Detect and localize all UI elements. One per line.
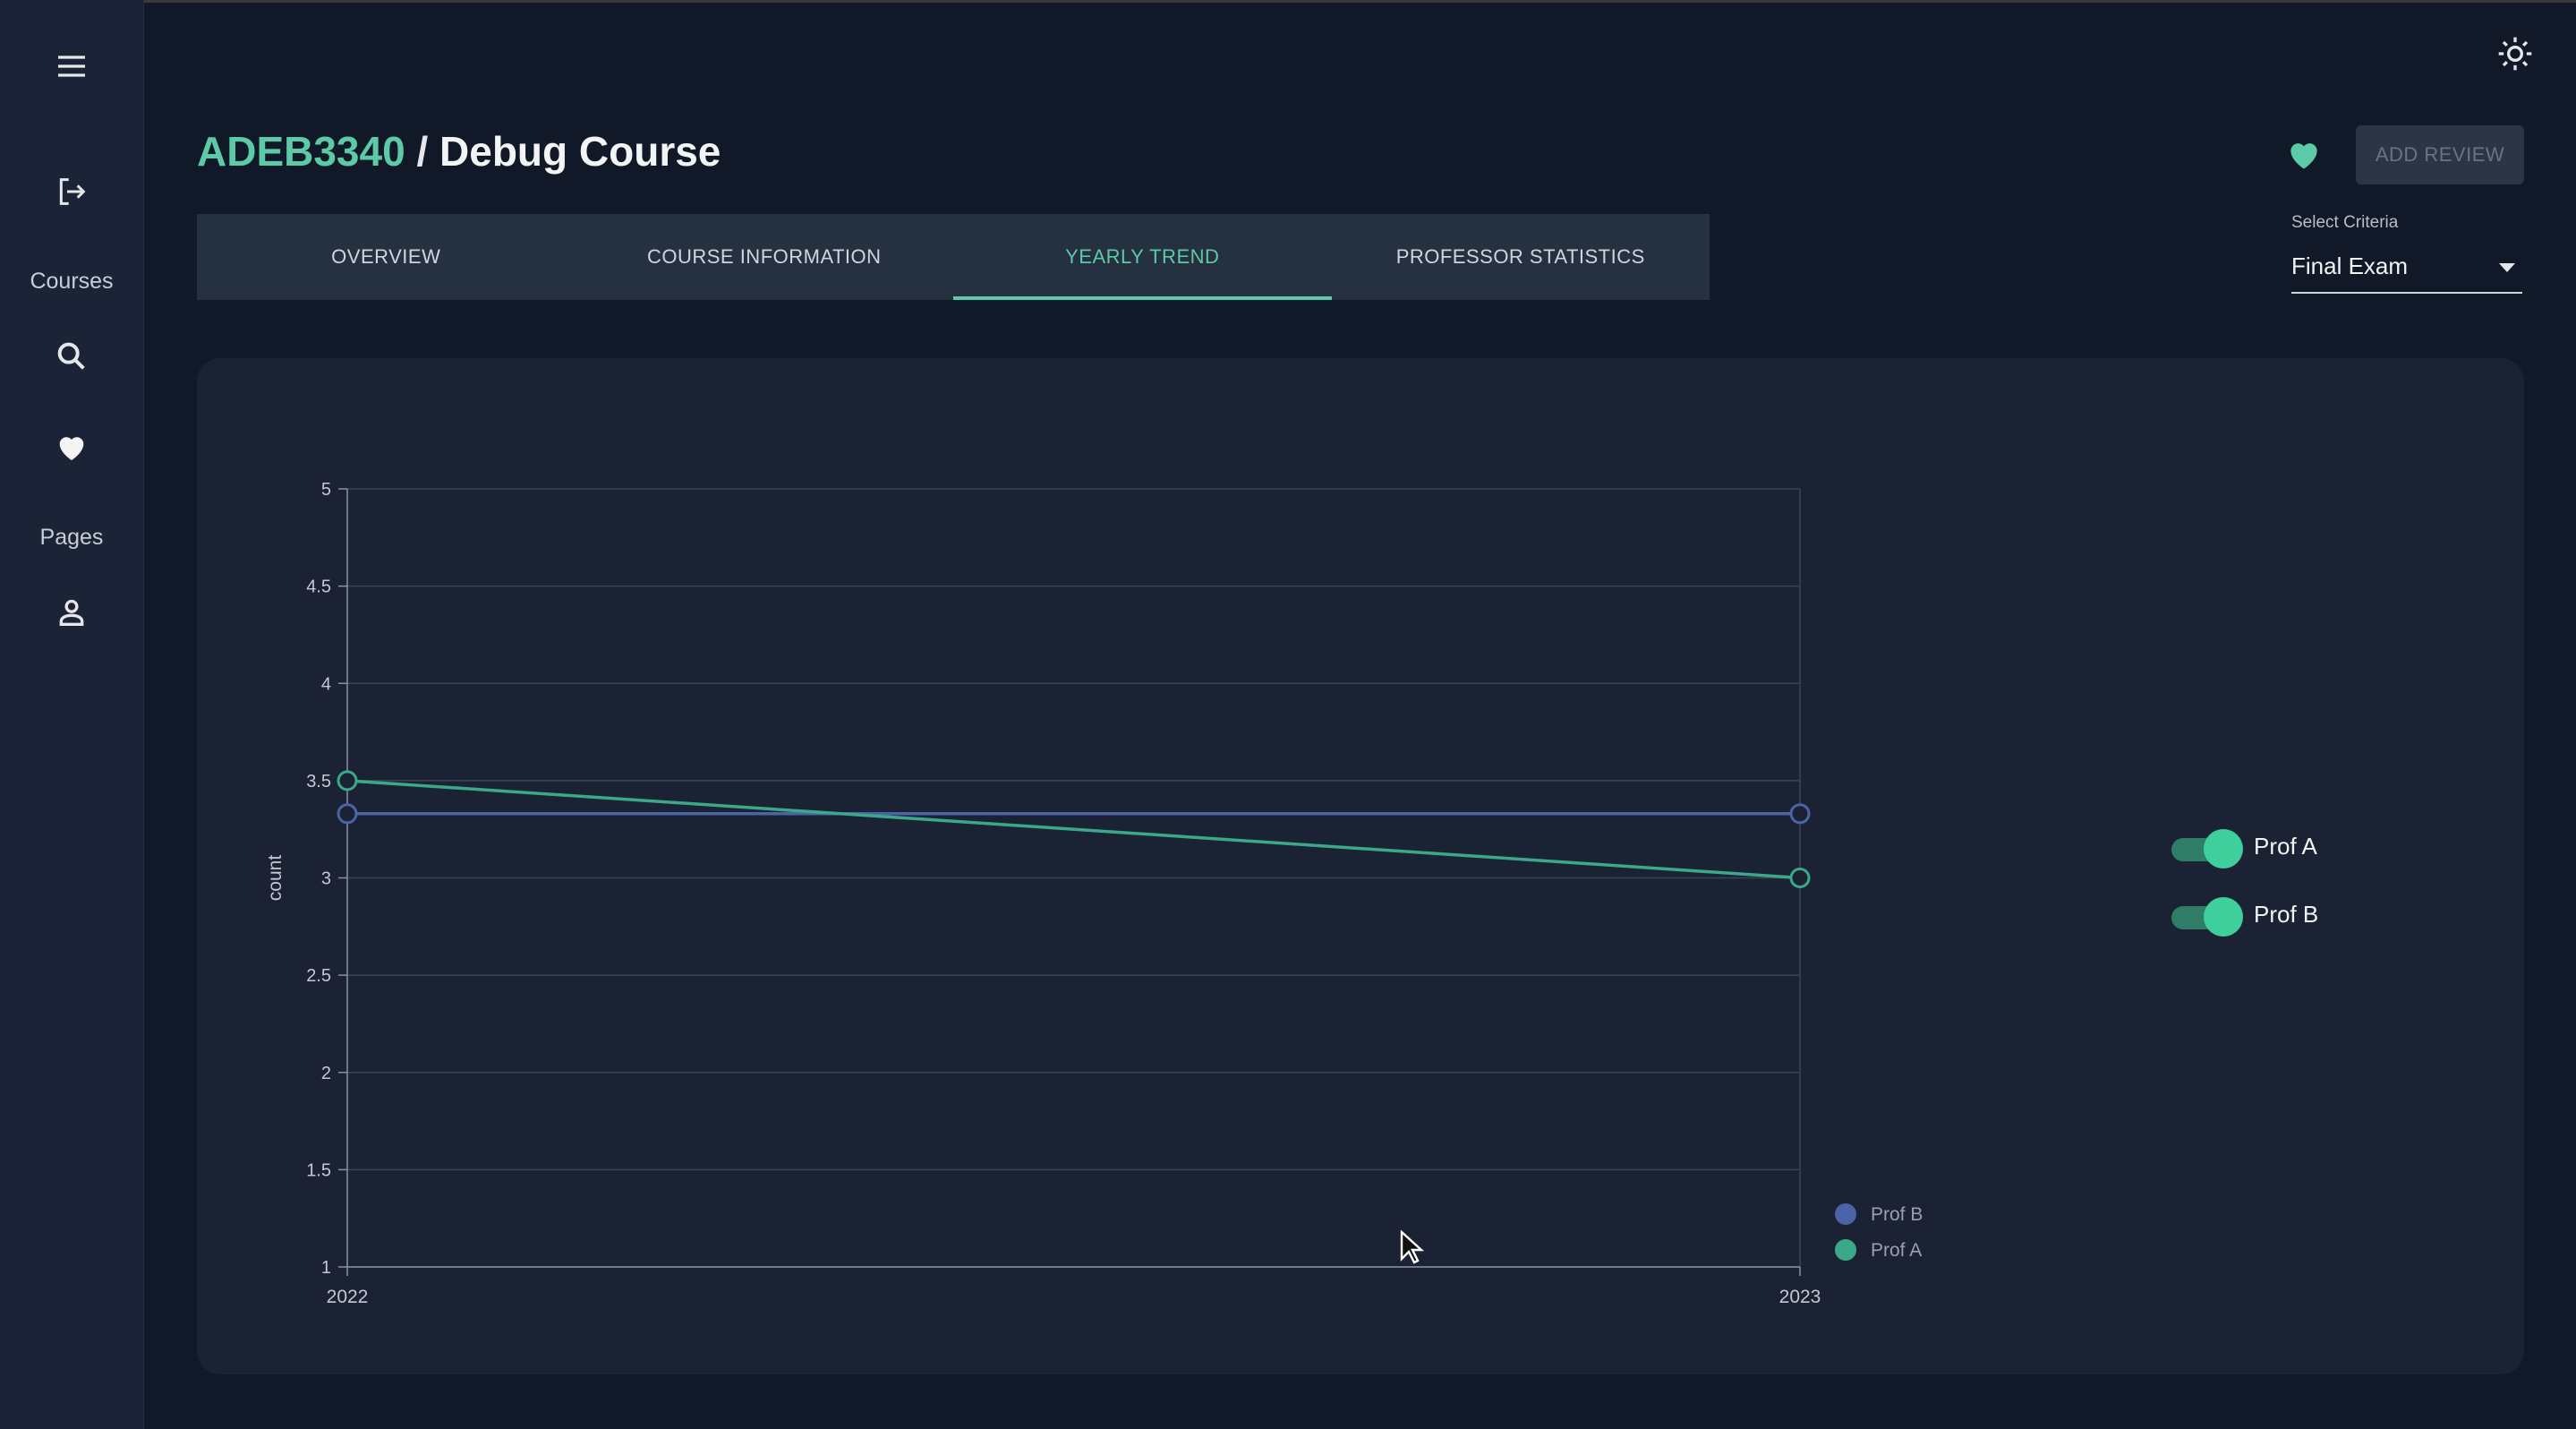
data-point xyxy=(1789,803,1811,825)
y-tick-label: 4.5 xyxy=(306,578,331,597)
toggle-knob xyxy=(2204,829,2243,869)
y-tick-label: 1 xyxy=(321,1258,331,1278)
legend-label: Prof A xyxy=(1871,1240,1922,1261)
y-tick-label: 2.5 xyxy=(306,966,331,986)
data-point xyxy=(337,770,358,792)
y-tick-label: 2 xyxy=(321,1064,331,1083)
toggle-prof-b[interactable] xyxy=(2171,897,2243,937)
data-point xyxy=(1789,868,1811,888)
toggle-knob xyxy=(2204,897,2243,937)
y-axis-label: count xyxy=(265,855,286,902)
series-line-prof-a xyxy=(346,779,1801,880)
legend-swatch xyxy=(1835,1239,1856,1261)
y-tick-label: 3.5 xyxy=(306,772,331,792)
mouse-cursor-icon xyxy=(1400,1230,1425,1264)
legend-swatch xyxy=(1835,1203,1856,1225)
toggle-label-prof-a: Prof A xyxy=(2254,833,2317,860)
y-tick-label: 3 xyxy=(321,869,331,889)
x-tick-label: 2023 xyxy=(1779,1287,1821,1307)
y-tick-label: 4 xyxy=(321,674,331,694)
yearly-trend-chart: 1 1.5 2 2.5 3 3.5 4 4.5 5 2022 2023 count Prof B Prof… xyxy=(265,480,1923,1307)
legend-label: Prof B xyxy=(1871,1204,1923,1225)
toggle-prof-a[interactable] xyxy=(2171,829,2243,869)
data-point xyxy=(337,803,358,825)
x-tick-label: 2022 xyxy=(327,1287,369,1307)
toggle-label-prof-b: Prof B xyxy=(2254,901,2319,928)
y-tick-label: 1.5 xyxy=(306,1160,331,1180)
y-tick-label: 5 xyxy=(321,480,331,500)
